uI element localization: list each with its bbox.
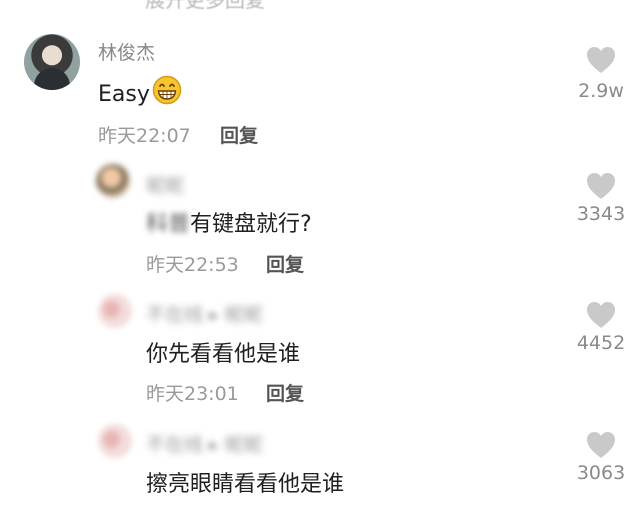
- show-more-replies-link[interactable]: 展开更多回复: [145, 0, 265, 13]
- reply-timestamp: 昨天23:01: [146, 383, 239, 405]
- comment-text-content: Easy: [98, 82, 150, 107]
- reply-text: 科普有键盘就行?: [146, 206, 312, 238]
- reply-text: 你先看看他是谁: [146, 342, 301, 367]
- like-heart-icon[interactable]: [586, 172, 616, 200]
- grinning-face-emoji-icon: [152, 75, 182, 105]
- reply-text: 擦亮眼睛看看他是谁: [146, 472, 345, 497]
- comment-timestamp: 昨天22:07: [98, 125, 191, 147]
- reply-timestamp: 昨天22:53: [146, 254, 239, 276]
- reply-button[interactable]: 回复: [266, 250, 304, 277]
- comment-text: Easy: [98, 75, 182, 107]
- reply-button[interactable]: 回复: [266, 379, 304, 406]
- reply-text-blurred-prefix: 科普: [146, 212, 191, 237]
- avatar[interactable]: [98, 424, 132, 458]
- avatar[interactable]: [24, 34, 80, 90]
- reply-username[interactable]: 昵昵: [146, 171, 184, 198]
- reply-button[interactable]: 回复: [220, 121, 258, 148]
- like-heart-icon[interactable]: [586, 431, 616, 459]
- reply-text-content: 有键盘就行?: [190, 212, 312, 237]
- like-heart-icon[interactable]: [586, 46, 616, 74]
- like-count: 2.9w: [578, 80, 624, 102]
- avatar[interactable]: [98, 294, 132, 328]
- reply-username[interactable]: 不在线 ▸ 昵昵: [146, 430, 263, 457]
- like-count: 4452: [576, 332, 626, 354]
- avatar[interactable]: [96, 164, 130, 198]
- like-heart-icon[interactable]: [586, 301, 616, 329]
- like-count: 3063: [576, 462, 626, 484]
- like-count: 3343: [576, 203, 626, 225]
- comment-username[interactable]: 林俊杰: [98, 38, 155, 65]
- reply-username[interactable]: 不在线 ▸ 昵昵: [146, 300, 263, 327]
